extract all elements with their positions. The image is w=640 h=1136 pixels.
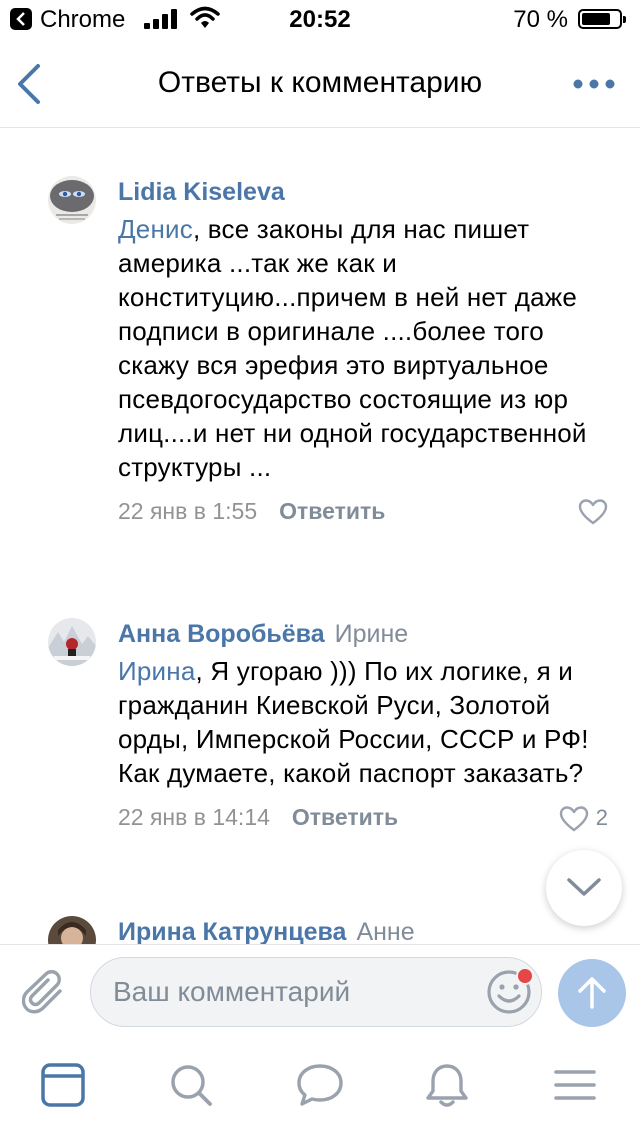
mention-link[interactable]: Ирина (118, 656, 196, 686)
tab-menu[interactable] (552, 1062, 602, 1112)
messages-icon (297, 1064, 343, 1106)
comment-author[interactable]: Lidia Kiseleva (118, 178, 285, 206)
search-icon (171, 1065, 212, 1106)
notifications-icon (426, 1064, 468, 1107)
comment-author[interactable]: Анна Воробьёва (118, 620, 325, 648)
chevron-down-icon (567, 878, 601, 896)
tab-messages[interactable] (296, 1062, 346, 1112)
more-dots-icon (573, 79, 615, 89)
menu-icon (554, 1070, 596, 1100)
tab-notifications[interactable] (424, 1062, 474, 1112)
comment-date: 22 янв в 1:55 (118, 498, 258, 524)
battery-percent: 70 % (513, 6, 568, 33)
comment-body: Lidia Kiseleva Денис, все законы для нас… (118, 176, 608, 530)
comment-text: Денис, все законы для нас пишет америка … (118, 212, 608, 484)
reply-to-name[interactable]: Ирине (335, 620, 409, 648)
more-button[interactable] (570, 70, 618, 98)
comment-item: Ирина Катрунцева Анне (0, 916, 640, 944)
mention-link[interactable]: Денис (118, 214, 193, 244)
tab-newsfeed[interactable] (40, 1062, 90, 1112)
nav-header: Ответы к комментарию (0, 40, 640, 128)
arrow-up-icon (578, 977, 606, 1009)
send-button[interactable] (558, 959, 626, 1027)
comment-author[interactable]: Ирина Катрунцева (118, 918, 346, 944)
avatar[interactable] (48, 618, 96, 666)
reply-button[interactable]: Ответить (292, 804, 398, 830)
comment-text-content: , все законы для нас пишет америка ...та… (118, 214, 587, 482)
comment-date: 22 янв в 14:14 (118, 804, 270, 830)
battery-icon (578, 9, 626, 29)
comment-input[interactable] (90, 957, 542, 1027)
tab-bar (0, 1040, 640, 1136)
comment-composer (0, 944, 640, 1040)
comment-text: Ирина, Я угораю ))) По их логике, я и гр… (118, 654, 608, 790)
like-count: 2 (595, 805, 608, 830)
newsfeed-icon (41, 1063, 85, 1107)
paperclip-icon[interactable] (22, 969, 68, 1017)
reply-button[interactable]: Ответить (279, 498, 385, 524)
comment-meta: 22 янв в 1:55 Ответить (118, 498, 608, 530)
comment-body: Анна Воробьёва Ирине Ирина, Я угораю ))) … (118, 618, 608, 836)
page-title: Ответы к комментарию (157, 66, 483, 99)
like-control[interactable]: 2 (559, 804, 608, 833)
avatar[interactable] (48, 916, 96, 944)
new-badge-dot (516, 967, 534, 985)
heart-outline-icon[interactable] (578, 498, 608, 526)
reply-to-name[interactable]: Анне (356, 918, 414, 944)
comment-meta: 22 янв в 14:14 Ответить 2 (118, 804, 608, 836)
scroll-down-button[interactable] (546, 850, 622, 926)
comment-body: Ирина Катрунцева Анне (118, 916, 608, 944)
tab-search[interactable] (168, 1062, 218, 1112)
heart-outline-icon[interactable] (559, 805, 589, 833)
status-bar: Chrome 20:52 70 % (0, 0, 640, 40)
avatar[interactable] (48, 176, 96, 224)
